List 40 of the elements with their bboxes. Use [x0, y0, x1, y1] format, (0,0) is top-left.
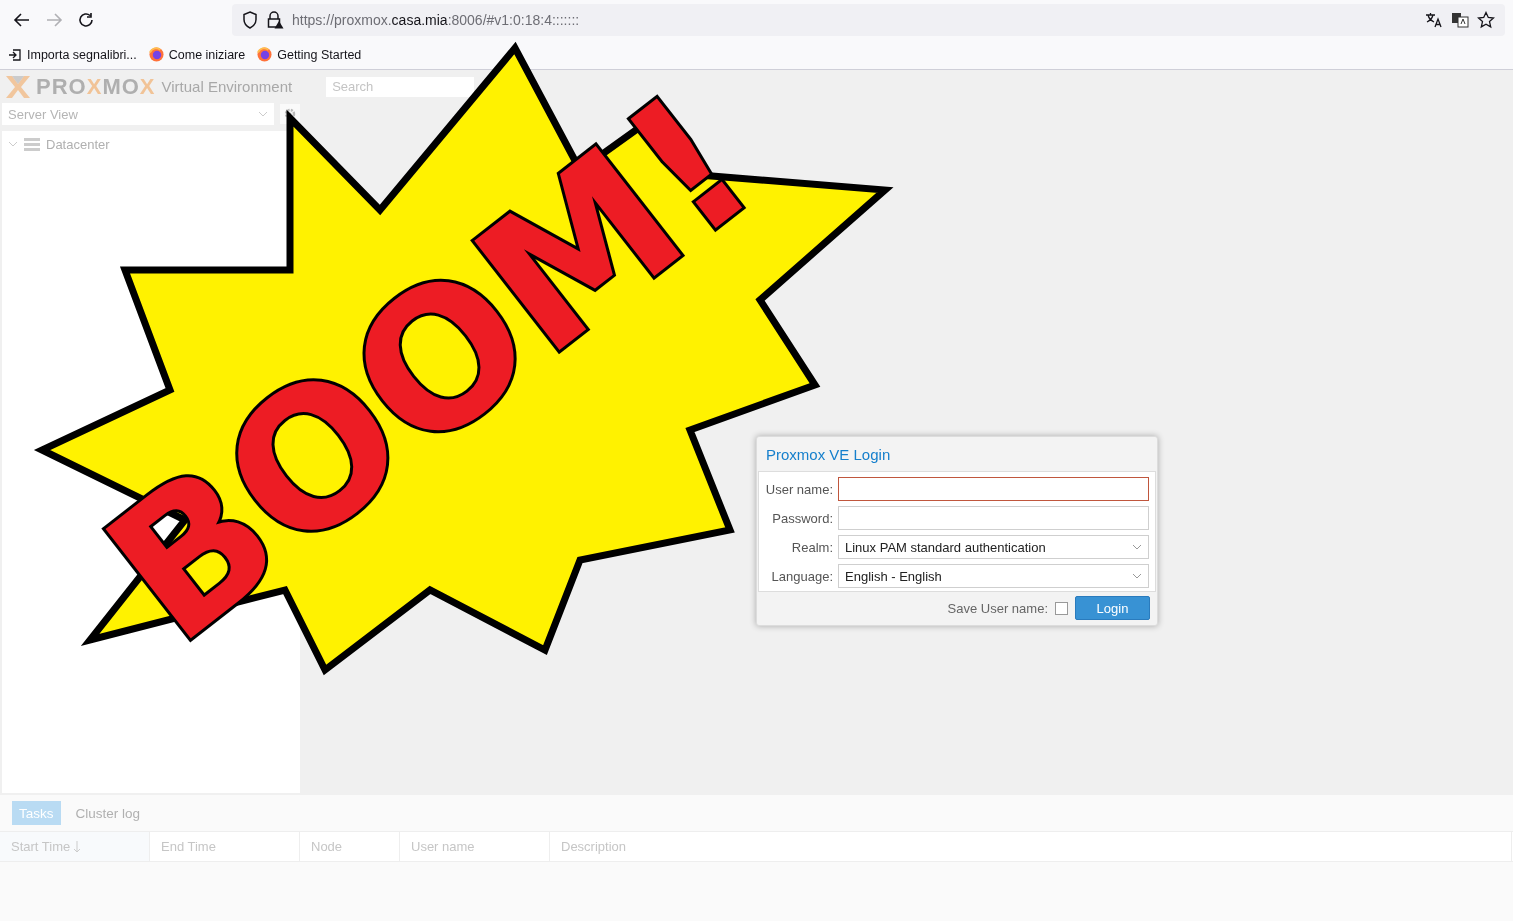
panel-tab[interactable]: Tasks — [12, 801, 61, 825]
address-bar[interactable]: https://proxmox.casa.mia:8006/#v1:0:18:4::::::: — [232, 4, 1505, 36]
field-label: User name: — [765, 481, 833, 497]
login-button[interactable]: Login — [1075, 596, 1150, 620]
column-header[interactable]: End Time — [150, 832, 300, 861]
field-label: Password: — [771, 510, 833, 526]
field-label: Realm: — [790, 539, 833, 555]
browser-logo-icon — [257, 47, 273, 62]
bookmark-item[interactable]: Come iniziare — [148, 47, 246, 62]
caret-icon — [1132, 544, 1142, 550]
input-field[interactable] — [838, 477, 1149, 501]
bookmark-item[interactable]: Getting Started — [257, 47, 362, 62]
server-rack-icon — [24, 137, 40, 151]
shield-icon — [242, 11, 258, 29]
product-name: Virtual Environment — [161, 78, 293, 95]
column-header[interactable]: Node — [300, 832, 400, 861]
star-icon[interactable] — [1477, 11, 1495, 29]
search-field[interactable]: Search — [326, 76, 475, 97]
dropdown-field[interactable]: Linux PAM standard authentication — [838, 535, 1149, 559]
caret-icon — [258, 111, 268, 117]
x-logo-icon — [4, 74, 32, 99]
column-header[interactable]: User name — [400, 832, 550, 861]
dropdown-field[interactable]: English - English — [838, 564, 1149, 588]
lock-warning-icon — [266, 11, 284, 29]
sort-arrow-icon — [73, 840, 82, 853]
checkbox-label: Save User name: — [947, 600, 1048, 616]
url-text: https://proxmox.casa.mia:8006/#v1:0:18:4::::::: — [292, 12, 581, 28]
dialog-title: Proxmox VE Login — [765, 445, 892, 465]
logo-text: PROXMOX — [36, 73, 156, 99]
field-label: Language: — [770, 568, 833, 584]
translate-icon[interactable] — [1425, 12, 1443, 28]
caret-icon — [1132, 573, 1142, 579]
column-header[interactable]: Description — [550, 832, 1512, 861]
page-translate-icon[interactable] — [1451, 12, 1469, 28]
browser-logo-icon — [148, 47, 164, 62]
panel-tab[interactable]: Cluster log — [68, 801, 148, 825]
import-icon — [8, 47, 22, 62]
checkbox[interactable] — [1055, 601, 1068, 615]
view-dropdown[interactable]: Server View — [2, 103, 274, 125]
bookmark-item[interactable]: Importa segnalibri... — [8, 47, 137, 62]
